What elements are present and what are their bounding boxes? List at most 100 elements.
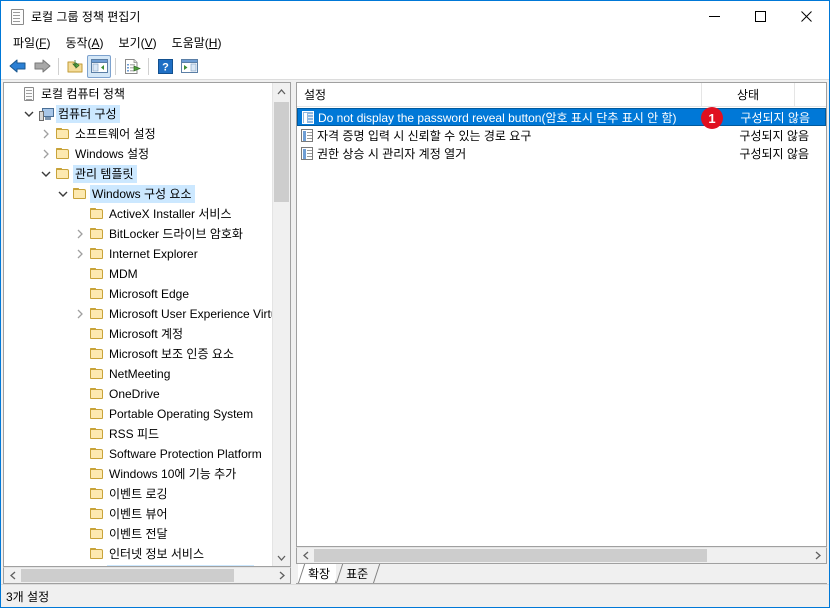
tree-item[interactable]: 로컬 컴퓨터 정책 <box>4 84 272 104</box>
tree-hscroll-thumb[interactable] <box>21 569 234 582</box>
tree-item[interactable]: Portable Operating System <box>4 404 272 424</box>
settings-row[interactable]: 자격 증명 입력 시 신뢰할 수 있는 경로 요구 구성되지 않음 <box>297 126 826 144</box>
tree-item-label: RSS 피드 <box>109 427 160 441</box>
tree-item[interactable]: Microsoft 보조 인증 요소 <box>4 344 272 364</box>
tree-item[interactable]: 자격 증명 사용자 인터페이스 <box>4 564 272 566</box>
tree-item-label: 자격 증명 사용자 인터페이스 <box>107 565 255 566</box>
settings-row[interactable]: 권한 상승 시 관리자 계정 열거 구성되지 않음 <box>297 144 826 162</box>
menu-item-action[interactable]: 동작(A) <box>60 32 113 53</box>
forward-arrow-icon[interactable] <box>30 55 54 78</box>
step-badge-label: 1 <box>708 110 716 126</box>
tree-item[interactable]: 관리 템플릿 <box>4 164 272 184</box>
tree-item[interactable]: Microsoft Edge <box>4 284 272 304</box>
svg-text:?: ? <box>162 61 169 73</box>
tree-item[interactable]: MDM <box>4 264 272 284</box>
tree-item[interactable]: NetMeeting <box>4 364 272 384</box>
window-controls <box>691 1 829 31</box>
chevron-right-icon[interactable] <box>72 306 88 322</box>
chevron-down-icon[interactable] <box>21 106 37 122</box>
tree-scroll-up-arrow[interactable] <box>273 83 290 100</box>
settings-rows-container: Do not display the password reveal butto… <box>297 107 826 546</box>
tree-expander-placeholder <box>72 506 88 522</box>
tree-vertical-scrollbar[interactable] <box>272 83 290 566</box>
tree-expander-placeholder <box>72 526 88 542</box>
tree-item[interactable]: Software Protection Platform <box>4 444 272 464</box>
tree-item[interactable]: 이벤트 로깅 <box>4 484 272 504</box>
menu-item-file[interactable]: 파일(F) <box>8 32 60 53</box>
policy-scroll-icon <box>9 8 25 25</box>
folder-icon <box>88 346 106 362</box>
tree-view[interactable]: 로컬 컴퓨터 정책 컴퓨터 구성 소프트웨어 설정 Windows 설정 관리 템플릿 W… <box>3 82 291 567</box>
folder-icon <box>88 266 106 282</box>
chevron-right-icon[interactable] <box>72 226 88 242</box>
tree-item[interactable]: Windows 설정 <box>4 144 272 164</box>
menu-item-help[interactable]: 도움말(H) <box>167 32 232 53</box>
tree-item[interactable]: 인터넷 정보 서비스 <box>4 544 272 564</box>
tree-scroll-down-arrow[interactable] <box>273 549 290 566</box>
list-hscroll-thumb[interactable] <box>314 549 707 562</box>
chevron-down-icon[interactable] <box>38 166 54 182</box>
list-scroll-right-arrow[interactable] <box>809 548 826 563</box>
tree-item[interactable]: OneDrive <box>4 384 272 404</box>
tree-item[interactable]: ActiveX Installer 서비스 <box>4 204 272 224</box>
chevron-down-icon[interactable] <box>55 186 71 202</box>
tree-scroll-right-arrow[interactable] <box>273 568 290 583</box>
tree-item[interactable]: 소프트웨어 설정 <box>4 124 272 144</box>
export-list-icon[interactable] <box>120 55 144 78</box>
tab-standard-label: 표준 <box>346 567 369 581</box>
tree-item[interactable]: RSS 피드 <box>4 424 272 444</box>
tree-item[interactable]: 이벤트 뷰어 <box>4 504 272 524</box>
tab-standard[interactable]: 표준 <box>336 564 375 583</box>
tree-horizontal-scrollbar[interactable] <box>3 567 291 584</box>
tree-item-label: 이벤트 로깅 <box>109 487 168 501</box>
tab-extended[interactable]: 확장 <box>298 564 337 583</box>
status-text: 3개 설정 <box>6 589 50 604</box>
toolbar-separator <box>148 57 149 75</box>
tree-scroll-track[interactable] <box>273 100 290 549</box>
chevron-right-icon[interactable] <box>38 126 54 142</box>
show-hide-console-tree-icon[interactable] <box>87 54 111 78</box>
tree-item[interactable]: Windows 구성 요소 <box>4 184 272 204</box>
column-header-setting[interactable]: 설정 <box>297 83 702 106</box>
list-hscroll-track[interactable] <box>314 548 809 563</box>
tree-scroll-left-arrow[interactable] <box>4 568 21 583</box>
list-horizontal-scrollbar[interactable] <box>296 547 827 564</box>
settings-row-name: 자격 증명 입력 시 신뢰할 수 있는 경로 요구 <box>317 128 532 143</box>
main-content: 로컬 컴퓨터 정책 컴퓨터 구성 소프트웨어 설정 Windows 설정 관리 템플릿 W… <box>1 80 829 584</box>
tree-item[interactable]: Internet Explorer <box>4 244 272 264</box>
settings-list-view[interactable]: 설정 상태 Do not display the password reveal… <box>296 82 827 547</box>
tree-hscroll-track[interactable] <box>21 568 273 583</box>
help-icon[interactable]: ? <box>153 55 177 78</box>
tree-item[interactable]: 컴퓨터 구성 <box>4 104 272 124</box>
tree-item-label: 로컬 컴퓨터 정책 <box>41 87 125 101</box>
tree-item[interactable]: Microsoft 계정 <box>4 324 272 344</box>
folder-icon <box>88 246 106 262</box>
back-arrow-icon[interactable] <box>6 55 30 78</box>
close-icon[interactable] <box>783 1 829 31</box>
settings-row[interactable]: Do not display the password reveal butto… <box>297 108 826 126</box>
show-hide-action-pane-icon[interactable] <box>177 55 201 78</box>
tree-item[interactable]: BitLocker 드라이브 암호화 <box>4 224 272 244</box>
column-header-state[interactable]: 상태 <box>702 83 795 106</box>
folder-icon <box>88 326 106 342</box>
maximize-icon[interactable] <box>737 1 783 31</box>
tree-scroll-thumb[interactable] <box>274 102 289 202</box>
tree-item[interactable]: Windows 10에 기능 추가 <box>4 464 272 484</box>
tab-extended-label: 확장 <box>308 567 331 581</box>
view-tabs: 확장 표준 <box>296 564 827 584</box>
tree-expander-placeholder <box>72 466 88 482</box>
tree-item-label: 관리 템플릿 <box>73 165 137 183</box>
list-scroll-left-arrow[interactable] <box>297 548 314 563</box>
chevron-right-icon[interactable] <box>72 246 88 262</box>
toolbar-separator <box>115 57 116 75</box>
tree-item[interactable]: 이벤트 전달 <box>4 524 272 544</box>
toolbar-separator <box>58 57 59 75</box>
menu-item-view[interactable]: 보기(V) <box>114 32 167 53</box>
tree-item-label: NetMeeting <box>109 367 171 381</box>
tree-item-label: 소프트웨어 설정 <box>75 127 156 141</box>
up-one-level-icon[interactable] <box>63 55 87 78</box>
tree-item-label: Microsoft Edge <box>109 287 190 301</box>
chevron-right-icon[interactable] <box>38 146 54 162</box>
minimize-icon[interactable] <box>691 1 737 31</box>
tree-item[interactable]: Microsoft User Experience Virtu <box>4 304 272 324</box>
